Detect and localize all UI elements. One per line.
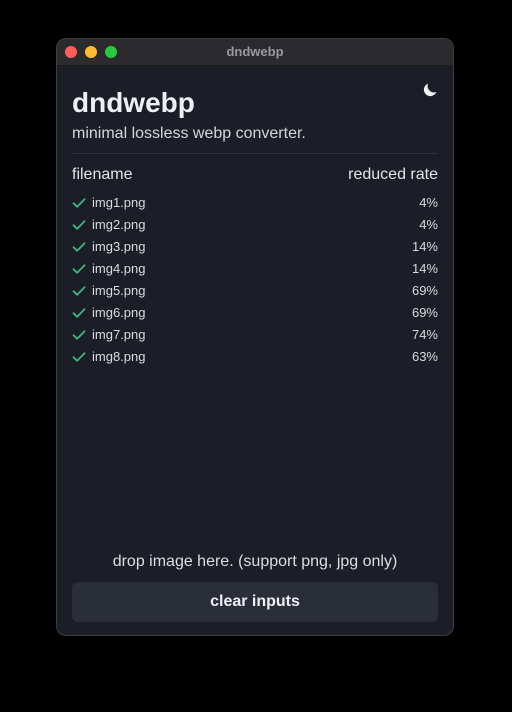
file-list: img1.png 4% img2.png 4% img3.png 14% img… [72, 192, 438, 368]
file-table-header: filename reduced rate [72, 165, 438, 185]
file-row: img1.png 4% [72, 192, 438, 214]
reduced-rate-value: 14% [411, 261, 438, 276]
reduced-rate-value: 4% [419, 217, 438, 232]
file-name: img8.png [92, 349, 146, 364]
reduced-rate-value: 69% [411, 305, 438, 320]
file-row: img7.png 74% [72, 324, 438, 346]
reduced-rate-column-header: reduced rate [348, 166, 438, 183]
file-row: img3.png 14% [72, 236, 438, 258]
file-name: img7.png [92, 327, 146, 342]
header-divider [72, 153, 438, 154]
file-row: img4.png 14% [72, 258, 438, 280]
check-icon [72, 330, 86, 340]
app-title: dndwebp [72, 87, 195, 118]
theme-toggle-button[interactable] [421, 81, 439, 99]
reduced-rate-value: 74% [411, 327, 438, 342]
reduced-rate-value: 4% [419, 195, 438, 210]
file-row: img5.png 69% [72, 280, 438, 302]
check-icon [72, 242, 86, 252]
reduced-rate-value: 63% [411, 349, 438, 364]
reduced-rate-value: 14% [411, 239, 438, 254]
clear-inputs-button[interactable]: clear inputs [72, 582, 438, 622]
check-icon [72, 264, 86, 274]
file-name: img4.png [92, 261, 146, 276]
app-subtitle: minimal lossless webp converter. [72, 125, 306, 142]
file-name: img5.png [92, 283, 146, 298]
file-name: img1.png [92, 195, 146, 210]
check-icon [72, 352, 86, 362]
check-icon [72, 308, 86, 318]
file-name: img6.png [92, 305, 146, 320]
file-name: img3.png [92, 239, 146, 254]
file-name: img2.png [92, 217, 146, 232]
file-row: img6.png 69% [72, 302, 438, 324]
file-row: img8.png 63% [72, 346, 438, 368]
file-row: img2.png 4% [72, 214, 438, 236]
filename-column-header: filename [72, 166, 133, 183]
check-icon [72, 286, 86, 296]
check-icon [72, 198, 86, 208]
drop-zone-hint[interactable]: drop image here. (support png, jpg only) [57, 552, 453, 572]
window-title: dndwebp [226, 44, 284, 59]
reduced-rate-value: 69% [411, 283, 438, 298]
app-window: dndwebp dndwebp minimal lossless webp co… [56, 38, 454, 636]
moon-icon [423, 83, 437, 97]
check-icon [72, 220, 86, 230]
title-bar[interactable]: dndwebp [57, 39, 453, 66]
